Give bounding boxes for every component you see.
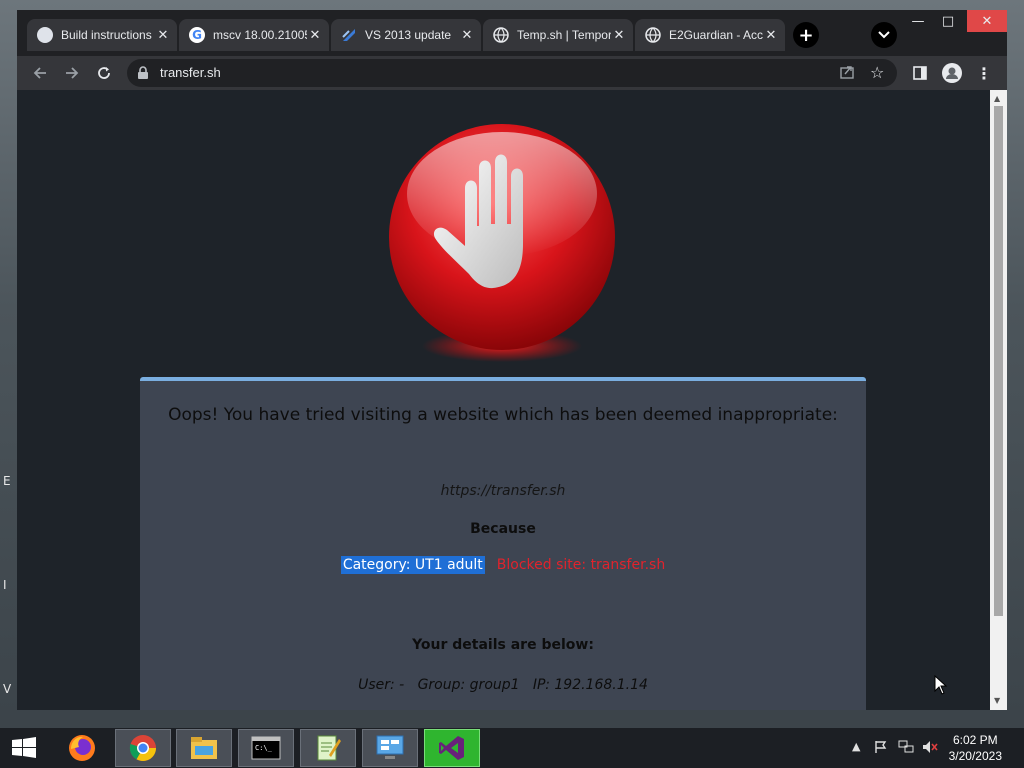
taskbar-cmd[interactable]: C:\_ [238,729,294,767]
avatar-icon [942,63,962,83]
file-explorer-icon [191,737,217,759]
close-tab-icon[interactable]: ✕ [155,27,171,43]
tab-build-instructions[interactable]: Build instructions ✕ [27,19,177,51]
tab-title: Build instructions [61,28,152,42]
taskbar-chrome[interactable] [115,729,171,767]
forward-arrow-icon [66,67,79,79]
desktop-edge-text: E [3,474,11,488]
taskbar: C:\_ ▲ 6:02 PM 3/20/2023 [0,728,1024,768]
notepad-icon [317,735,341,761]
clock-date: 3/20/2023 [948,749,1002,763]
globe-icon [37,27,53,43]
chrome-icon [129,735,157,762]
reload-button[interactable] [93,62,115,84]
forward-button[interactable] [61,62,83,84]
close-tab-icon[interactable]: ✕ [307,27,323,43]
globe-icon [493,27,509,43]
minimize-button[interactable]: — [903,10,933,32]
reload-icon [98,67,110,79]
tab-mscv[interactable]: G mscv 18.00.21005 ✕ [179,19,329,51]
tab-search-button[interactable] [871,22,897,48]
close-tab-icon[interactable]: ✕ [611,27,627,43]
side-panel-button[interactable] [909,62,931,84]
browser-toolbar: transfer.sh ☆ ⋮ [17,56,1007,90]
close-tab-icon[interactable]: ✕ [459,27,475,43]
new-tab-button[interactable]: + [793,22,819,48]
desktop-edge-text: I [3,578,7,592]
clock-time: 6:02 PM [952,733,998,747]
volume-muted-icon[interactable] [922,740,938,757]
tab-title: VS 2013 update [365,28,452,42]
show-hidden-icons-icon[interactable]: ▲ [852,740,860,753]
chevron-down-icon [878,31,890,39]
action-center-flag-icon[interactable] [874,740,888,757]
windows-logo-icon [12,737,36,758]
vertical-scrollbar[interactable]: ▲ ▼ [990,90,1007,710]
taskbar-control-panel[interactable] [362,729,418,767]
mouse-cursor-icon [934,675,948,695]
visual-studio-icon [439,736,464,760]
tab-title: Temp.sh | Temporary [517,28,611,42]
bookmark-star-icon[interactable]: ☆ [870,63,884,82]
scroll-thumb[interactable] [994,106,1003,616]
browser-window: Build instructions ✕ G mscv 18.00.21005 … [17,10,1007,710]
firefox-icon [69,735,95,761]
block-message-panel: Oops! You have tried visiting a website … [140,377,866,710]
side-panel-icon [913,66,927,80]
system-clock[interactable]: 6:02 PM 3/20/2023 [949,732,1002,764]
google-icon: G [189,27,205,43]
profile-button[interactable] [941,62,963,84]
stop-hand-icon [389,124,615,362]
maximize-button[interactable]: □ [933,10,963,32]
scroll-down-icon[interactable]: ▼ [994,696,1000,705]
vs-icon [341,27,357,43]
more-vert-icon: ⋮ [976,63,992,83]
tab-temp-sh[interactable]: Temp.sh | Temporary ✕ [483,19,633,51]
tab-strip: Build instructions ✕ G mscv 18.00.21005 … [17,10,1007,56]
tab-vs-2013-update[interactable]: VS 2013 update ✕ [331,19,481,51]
taskbar-visual-studio[interactable] [424,729,480,767]
address-bar[interactable]: transfer.sh ☆ [127,59,897,87]
back-arrow-icon [33,67,46,79]
svg-text:C:\_: C:\_ [255,744,273,752]
globe-icon [645,27,661,43]
back-button[interactable] [29,62,51,84]
address-text: transfer.sh [160,65,221,80]
blocked-site-text: Blocked site: transfer.sh [496,557,666,573]
control-panel-icon [376,735,404,759]
close-window-button[interactable]: ✕ [967,10,1007,32]
taskbar-file-explorer[interactable] [176,729,232,767]
because-label: Because [470,521,536,537]
blocked-url: https://transfer.sh [440,483,566,499]
taskbar-notepad[interactable] [300,729,356,767]
block-headline: Oops! You have tried visiting a website … [168,405,838,425]
scroll-up-icon[interactable]: ▲ [994,94,1000,103]
lock-icon [137,65,149,84]
close-tab-icon[interactable]: ✕ [763,27,779,43]
details-heading: Your details are below: [412,637,594,653]
tab-title: E2Guardian - Access Denied [669,28,763,42]
desktop-edge-text: V [3,682,12,696]
tab-title: mscv 18.00.21005 [213,28,307,42]
user-details: User: - Group: group1 IP: 192.168.1.14 [358,677,648,693]
cmd-icon: C:\_ [251,736,281,760]
taskbar-firefox[interactable] [54,729,110,767]
block-reason: Category: UT1 adult Blocked site: transfe… [140,556,866,574]
tab-e2guardian[interactable]: E2Guardian - Access Denied ✕ [635,19,785,51]
start-button[interactable] [0,729,48,767]
menu-button[interactable]: ⋮ [973,62,995,84]
share-icon[interactable] [839,64,855,84]
network-icon[interactable] [898,740,914,757]
page-content: Oops! You have tried visiting a website … [17,90,990,710]
category-text: Category: UT1 adult [340,556,485,574]
